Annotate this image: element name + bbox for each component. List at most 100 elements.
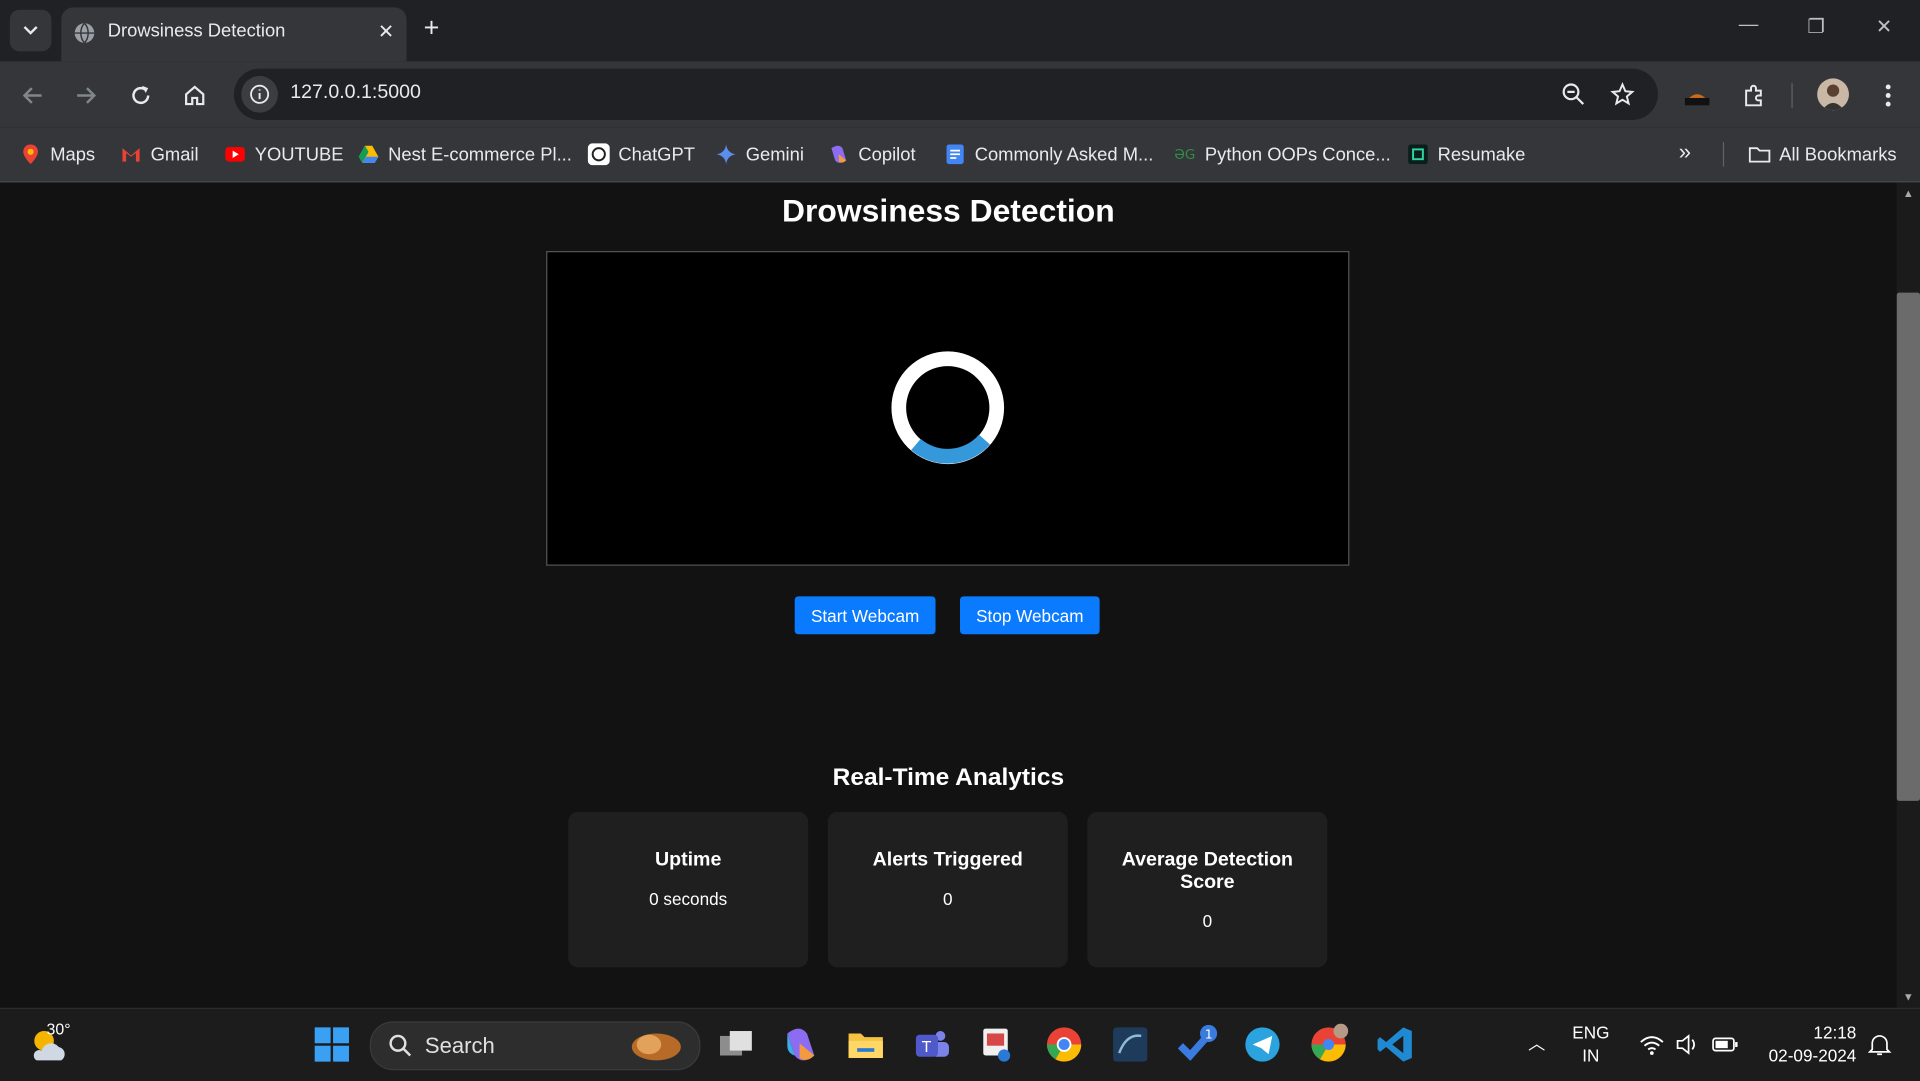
bookmark-copilot[interactable]: Copilot — [828, 142, 916, 166]
extensions-icon[interactable] — [1739, 81, 1768, 110]
scroll-down-icon[interactable]: ▼ — [1903, 991, 1914, 1003]
profile-avatar[interactable] — [1817, 78, 1849, 111]
card-value: 0 — [942, 888, 953, 909]
bookmark-chatgpt[interactable]: ChatGPT — [587, 142, 695, 166]
svg-text:T: T — [921, 1039, 932, 1056]
analytics-title: Real-Time Analytics — [832, 764, 1065, 792]
bookmark-python-oops[interactable]: ƏG Python OOPs Conce... — [1174, 142, 1390, 166]
youtube-icon — [225, 146, 245, 162]
gmail-icon — [122, 148, 140, 162]
bookmark-commonly-asked[interactable]: Commonly Asked M... — [944, 142, 1153, 166]
file-explorer-icon[interactable] — [845, 1024, 887, 1066]
reload-icon[interactable] — [126, 81, 155, 110]
copilot-taskbar-icon[interactable] — [780, 1024, 822, 1066]
bookmarks-bar: Maps Gmail YOUTUBE Nest E-commerce Pl...… — [0, 127, 1920, 183]
task-view-icon[interactable] — [715, 1024, 757, 1066]
weather-temp: 30° — [46, 1020, 71, 1039]
mysql-workbench-icon[interactable] — [1109, 1024, 1151, 1066]
tab-active[interactable]: Drowsiness Detection ✕ — [61, 7, 407, 62]
bookmark-gmail[interactable]: Gmail — [120, 142, 199, 166]
globe-icon — [74, 22, 95, 44]
bookmark-gemini[interactable]: Gemini — [715, 142, 804, 166]
search-highlight-icon — [631, 1033, 681, 1061]
all-bookmarks[interactable]: All Bookmarks — [1748, 142, 1897, 166]
bookmark-maps[interactable]: Maps — [20, 142, 96, 166]
clock[interactable]: 12:18 02-09-2024 — [1758, 1021, 1857, 1068]
vscode-icon[interactable] — [1374, 1024, 1416, 1066]
maps-icon — [23, 144, 38, 165]
svg-text:ƏG: ƏG — [1174, 148, 1195, 163]
back-icon[interactable] — [18, 81, 47, 110]
uptime-card: Uptime 0 seconds — [568, 811, 809, 968]
search-label: Search — [424, 1033, 495, 1058]
new-tab-button[interactable]: + — [424, 12, 440, 44]
loading-spinner-icon — [891, 351, 1005, 465]
scroll-up-icon[interactable]: ▲ — [1903, 187, 1914, 199]
bookmark-resumake[interactable]: Resumake — [1407, 142, 1525, 166]
close-window-icon[interactable]: ✕ — [1876, 15, 1892, 39]
tab-search-button[interactable] — [9, 9, 52, 52]
card-label: Uptime — [654, 849, 722, 871]
gemini-icon — [716, 144, 736, 165]
extension-avatar-icon[interactable] — [1682, 81, 1711, 110]
google-drive-icon — [358, 145, 379, 163]
minimize-icon[interactable]: — — [1739, 15, 1759, 37]
menu-kebab-icon[interactable] — [1873, 81, 1902, 110]
volume-icon[interactable] — [1675, 1033, 1699, 1055]
search-icon — [389, 1034, 412, 1057]
tab-strip: Drowsiness Detection ✕ + — ❐ ✕ — [0, 0, 1920, 62]
weather-widget[interactable]: 30° — [27, 1020, 71, 1072]
chevron-down-icon — [23, 26, 38, 35]
telegram-icon[interactable] — [1242, 1024, 1284, 1066]
toolbar-divider — [1791, 83, 1793, 108]
address-bar[interactable]: 127.0.0.1:5000 — [233, 68, 1658, 121]
geeksforgeeks-icon: ƏG — [1174, 148, 1195, 163]
teams-icon[interactable]: T — [911, 1024, 953, 1066]
tray-overflow-icon[interactable]: ︿ — [1528, 1031, 1545, 1055]
card-value: 0 — [1202, 911, 1213, 931]
site-info-icon[interactable] — [241, 75, 278, 113]
tab-title: Drowsiness Detection — [107, 20, 286, 42]
more-bookmarks-icon[interactable]: » — [1679, 140, 1691, 166]
alerts-card: Alerts Triggered 0 — [827, 811, 1068, 968]
close-tab-icon[interactable]: ✕ — [378, 20, 394, 44]
webcam-feed — [546, 251, 1350, 566]
taskbar-search[interactable]: Search — [369, 1021, 701, 1071]
docs-icon — [946, 144, 964, 165]
windows-icon — [314, 1027, 349, 1062]
notification-badge: 1 — [1205, 1027, 1213, 1041]
notifications-icon[interactable] — [1867, 1032, 1892, 1056]
scrollbar-thumb[interactable] — [1896, 292, 1920, 801]
page-scrollbar[interactable]: ▲ ▼ — [1896, 182, 1920, 1008]
resumake-icon — [1408, 144, 1428, 165]
card-label: Alerts Triggered — [872, 849, 1023, 871]
chrome-icon[interactable] — [1043, 1024, 1085, 1066]
chrome-profile-icon[interactable] — [1308, 1023, 1350, 1066]
copilot-icon — [831, 145, 847, 163]
card-label: Average Detection Score — [1121, 849, 1294, 893]
card-value: 0 seconds — [649, 888, 728, 909]
bookmarks-divider — [1722, 142, 1725, 167]
url-text: 127.0.0.1:5000 — [290, 82, 421, 103]
start-button[interactable] — [311, 1024, 353, 1066]
forward-icon[interactable] — [71, 81, 100, 110]
browser-toolbar: 127.0.0.1:5000 — [0, 61, 1920, 128]
restore-icon[interactable]: ❐ — [1807, 15, 1825, 39]
chatgpt-icon — [587, 143, 610, 166]
bookmark-star-icon[interactable] — [1608, 80, 1637, 109]
stop-webcam-button[interactable]: Stop Webcam — [960, 596, 1100, 635]
bookmark-nest[interactable]: Nest E-commerce Pl... — [358, 142, 572, 166]
todo-icon[interactable]: 1 — [1176, 1024, 1218, 1066]
snipping-tool-icon[interactable] — [977, 1024, 1019, 1066]
battery-icon[interactable] — [1712, 1035, 1739, 1055]
page-title: Drowsiness Detection — [782, 192, 1115, 229]
detection-score-card: Average Detection Score 0 — [1087, 811, 1328, 968]
folder-icon — [1748, 147, 1771, 163]
zoom-icon[interactable] — [1559, 80, 1588, 109]
start-webcam-button[interactable]: Start Webcam — [794, 596, 936, 635]
language-indicator[interactable]: ENG IN — [1572, 1021, 1609, 1068]
windows-taskbar: 30° Search T 1 ︿ ENG IN 12:18 02-09-2024 — [0, 1007, 1920, 1081]
bookmark-youtube[interactable]: YOUTUBE — [224, 142, 343, 166]
wifi-icon[interactable] — [1638, 1033, 1665, 1055]
home-icon[interactable] — [180, 81, 209, 110]
